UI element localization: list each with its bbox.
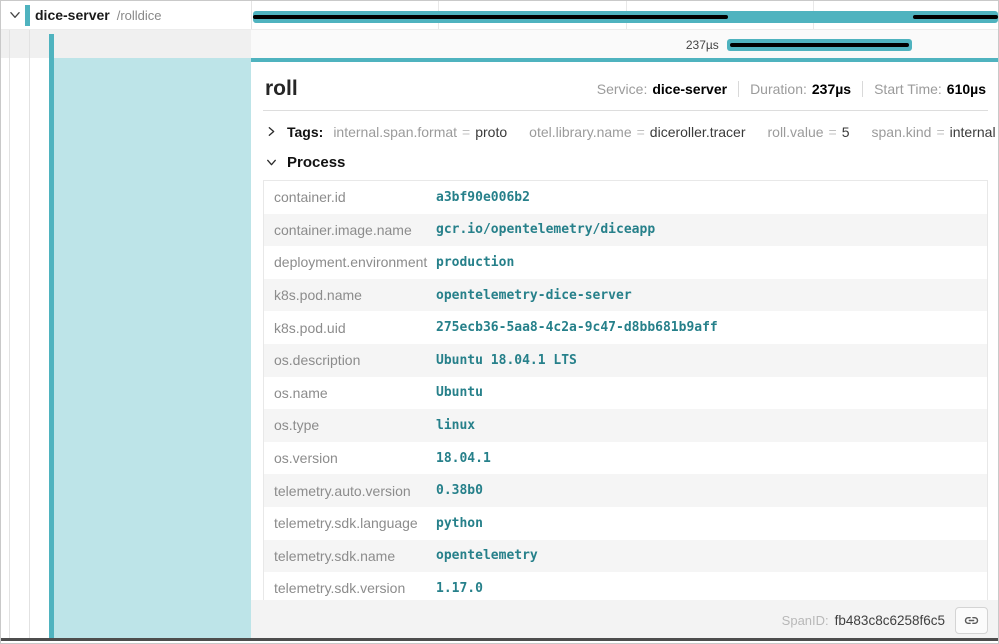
chevron-down-icon[interactable] bbox=[265, 156, 279, 170]
span-row-rolldice[interactable]: dice-server/rolldice bbox=[1, 1, 251, 30]
spanid-label: SpanID: bbox=[782, 613, 829, 628]
kv-value: a3bf90e006b2 bbox=[436, 190, 530, 205]
kv-key: container.image.name bbox=[264, 222, 436, 238]
table-row: k8s.pod.nameopentelemetry-dice-server bbox=[264, 279, 987, 312]
table-row: telemetry.auto.version0.38b0 bbox=[264, 474, 987, 507]
tags-label: Tags: bbox=[287, 124, 323, 140]
kv-value: 275ecb36-5aa8-4c2a-9c47-d8bb681b9aff bbox=[436, 320, 718, 335]
table-row: telemetry.sdk.nameopentelemetry bbox=[264, 540, 987, 573]
critical-path-segment bbox=[913, 15, 998, 19]
kv-value: 0.38b0 bbox=[436, 483, 483, 498]
kv-key: os.name bbox=[264, 385, 436, 401]
divider bbox=[862, 81, 863, 97]
critical-path-segment bbox=[730, 43, 909, 47]
tag-key: internal.span.format bbox=[333, 124, 457, 140]
kv-key: deployment.environment bbox=[264, 254, 436, 270]
service-name: dice-server bbox=[35, 7, 110, 23]
table-row: telemetry.sdk.languagepython bbox=[264, 507, 987, 540]
kv-value: python bbox=[436, 516, 483, 531]
kv-value: Ubuntu bbox=[436, 385, 483, 400]
duration-label: Duration: bbox=[750, 81, 807, 97]
equals-sign: = bbox=[829, 124, 837, 140]
table-row: k8s.pod.uid275ecb36-5aa8-4c2a-9c47-d8bb6… bbox=[264, 311, 987, 344]
link-icon bbox=[963, 612, 980, 629]
span-label[interactable]: dice-server/rolldice bbox=[35, 1, 162, 30]
kv-key: container.id bbox=[264, 189, 436, 205]
chevron-right-icon[interactable] bbox=[265, 125, 279, 139]
timeline-row-rolldice bbox=[251, 1, 999, 30]
kv-key: os.description bbox=[264, 352, 436, 368]
table-row: container.image.namegcr.io/opentelemetry… bbox=[264, 214, 987, 247]
kv-key: telemetry.sdk.version bbox=[264, 580, 436, 596]
tag-key: otel.library.name bbox=[529, 124, 631, 140]
equals-sign: = bbox=[936, 124, 944, 140]
kv-value: 18.04.1 bbox=[436, 451, 491, 466]
table-row: os.version18.04.1 bbox=[264, 442, 987, 475]
tag-key: span.kind bbox=[872, 124, 932, 140]
indent-guide bbox=[29, 30, 30, 639]
span-row-roll-selected[interactable]: dice-serverroll bbox=[1, 30, 251, 58]
tag-value: 5 bbox=[842, 124, 850, 140]
tag-item: span.kind = internal bbox=[872, 124, 996, 140]
start-time-label: Start Time: bbox=[874, 81, 942, 97]
span-bar-rolldice[interactable] bbox=[253, 11, 998, 23]
indent-guide bbox=[9, 30, 10, 639]
tag-value: internal bbox=[950, 124, 996, 140]
kv-key: telemetry.sdk.language bbox=[264, 515, 436, 531]
start-time-value: 610µs bbox=[947, 81, 986, 97]
tag-item: roll.value = 5 bbox=[768, 124, 850, 140]
process-accordion[interactable]: Process bbox=[263, 153, 988, 180]
equals-sign: = bbox=[462, 124, 470, 140]
tag-key: roll.value bbox=[768, 124, 824, 140]
process-key-value-table: container.ida3bf90e006b2 container.image… bbox=[263, 180, 988, 606]
service-value: dice-server bbox=[652, 81, 727, 97]
timeline-row-roll: 237µs bbox=[251, 30, 999, 58]
tag-item: internal.span.format = proto bbox=[333, 124, 507, 140]
copy-link-button[interactable] bbox=[955, 607, 988, 634]
kv-key: os.version bbox=[264, 450, 436, 466]
tags-accordion[interactable]: Tags: internal.span.format = proto otel.… bbox=[263, 111, 988, 153]
service-label: Service: bbox=[597, 81, 648, 97]
span-detail-header: roll Service: dice-server Duration: 237µ… bbox=[263, 62, 988, 111]
kv-key: telemetry.auto.version bbox=[264, 483, 436, 499]
equals-sign: = bbox=[637, 124, 645, 140]
span-operation-title: roll bbox=[265, 77, 298, 101]
kv-value: opentelemetry bbox=[436, 548, 538, 563]
table-row: os.descriptionUbuntu 18.04.1 LTS bbox=[264, 344, 987, 377]
table-row: os.typelinux bbox=[264, 409, 987, 442]
kv-key: k8s.pod.uid bbox=[264, 320, 436, 336]
service-color-chip bbox=[25, 5, 30, 26]
kv-key: k8s.pod.name bbox=[264, 287, 436, 303]
tag-value: diceroller.tracer bbox=[650, 124, 746, 140]
kv-value: production bbox=[436, 255, 514, 270]
kv-key: os.type bbox=[264, 417, 436, 433]
table-row: os.nameUbuntu bbox=[264, 377, 987, 410]
kv-value: 1.17.0 bbox=[436, 581, 483, 596]
kv-key: telemetry.sdk.name bbox=[264, 548, 436, 564]
span-bar-roll[interactable] bbox=[727, 39, 912, 51]
span-detail-footer: SpanID: fb483c8c6258f6c5 bbox=[251, 600, 999, 640]
tag-item: otel.library.name = diceroller.tracer bbox=[529, 124, 745, 140]
span-detail-panel: roll Service: dice-server Duration: 237µ… bbox=[251, 58, 999, 640]
kv-value: gcr.io/opentelemetry/diceapp bbox=[436, 222, 655, 237]
divider bbox=[738, 81, 739, 97]
table-row: container.ida3bf90e006b2 bbox=[264, 181, 987, 214]
timeline: 237µs bbox=[251, 1, 999, 58]
child-duration-label: 237µs bbox=[253, 39, 727, 51]
trace-detail-view: dice-server/rolldice dice-serverroll 237… bbox=[0, 0, 999, 644]
kv-value: linux bbox=[436, 418, 475, 433]
operation-name: /rolldice bbox=[117, 8, 162, 23]
table-row: deployment.environmentproduction bbox=[264, 246, 987, 279]
duration-value: 237µs bbox=[812, 81, 851, 97]
bottom-border-bar bbox=[1, 638, 998, 641]
spanid-value: fb483c8c6258f6c5 bbox=[835, 613, 945, 628]
detail-row-left-fill bbox=[54, 58, 251, 640]
process-label: Process bbox=[287, 154, 345, 171]
critical-path-segment bbox=[253, 15, 728, 19]
span-overview: Service: dice-server Duration: 237µs Sta… bbox=[597, 81, 986, 97]
kv-value: opentelemetry-dice-server bbox=[436, 288, 632, 303]
chevron-down-icon[interactable] bbox=[8, 8, 24, 24]
tag-value: proto bbox=[475, 124, 507, 140]
kv-value: Ubuntu 18.04.1 LTS bbox=[436, 353, 577, 368]
